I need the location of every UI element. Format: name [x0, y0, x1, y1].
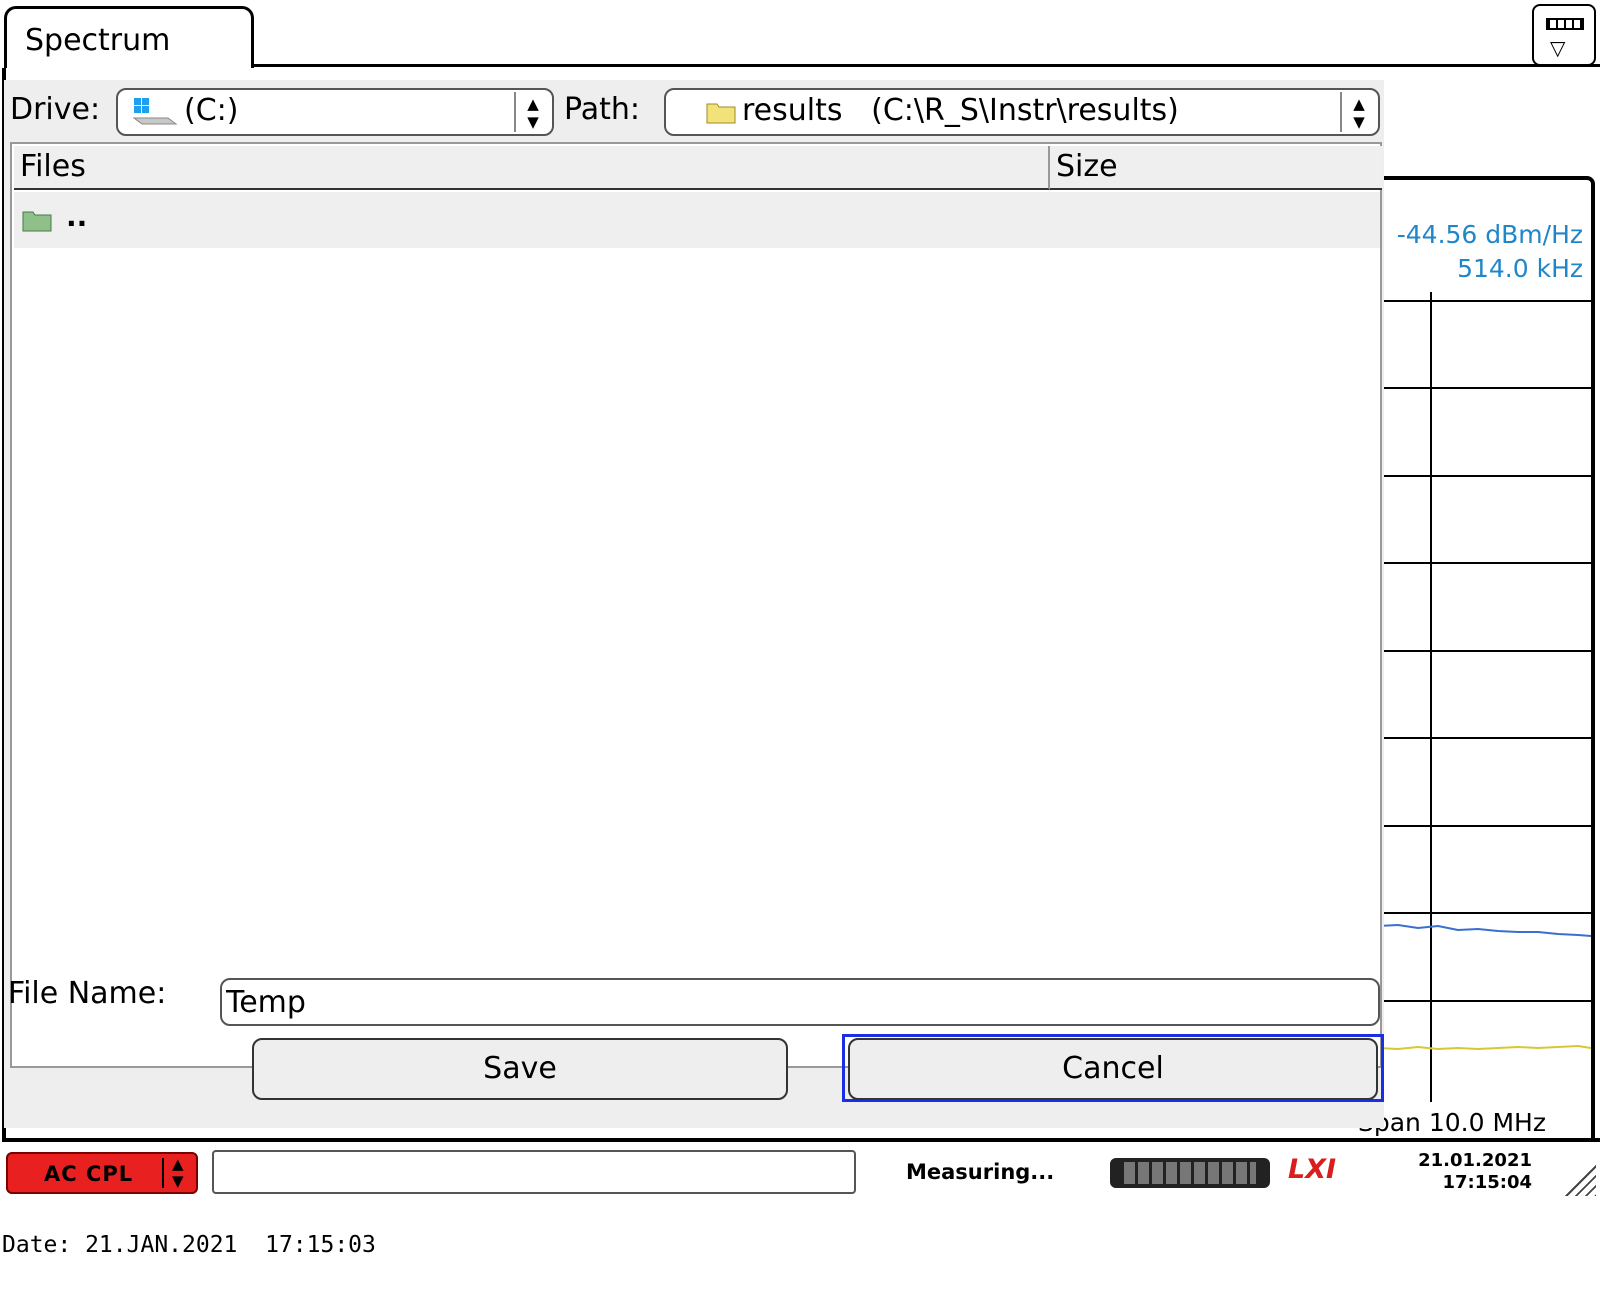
separator	[162, 1158, 164, 1188]
path-label: Path:	[564, 92, 641, 127]
save-button[interactable]: Save	[252, 1038, 788, 1100]
spinner-arrows-icon[interactable]: ▲ ▼	[1340, 92, 1376, 132]
list-item-parent-folder[interactable]: ..	[14, 192, 1380, 248]
drive-value: (C:)	[184, 93, 239, 128]
column-header-label: Files	[20, 149, 86, 184]
input-coupling-button[interactable]: AC CPL ▲ ▼	[6, 1152, 198, 1194]
column-header-files[interactable]: Files	[14, 146, 1050, 190]
path-value: results (C:\R_S\Instr\results)	[742, 93, 1179, 128]
screenshot-date: Date: 21.JAN.2021 17:15:03	[2, 1232, 376, 1258]
folder-icon	[706, 103, 736, 124]
diagram-frame-bottom	[2, 1138, 1600, 1142]
progress-indicator	[1110, 1158, 1270, 1188]
measurement-status: Measuring...	[906, 1160, 1055, 1184]
drive-label: Drive:	[10, 92, 101, 127]
hard-drive-icon	[132, 98, 178, 125]
tab-spectrum[interactable]: Spectrum	[4, 6, 254, 68]
span-label: Span 10.0 MHz	[1358, 1108, 1546, 1137]
tab-divider	[254, 64, 1600, 67]
file-name-input[interactable]	[220, 978, 1380, 1026]
folder-icon	[22, 211, 52, 232]
trace-area	[1378, 923, 1591, 1051]
spinner-arrows-icon: ▲ ▼	[172, 1155, 184, 1190]
lxi-logo: LXI	[1288, 1154, 1337, 1185]
chevron-down-icon: ▽	[1550, 36, 1566, 60]
status-datetime: 21.01.2021 17:15:04	[1400, 1150, 1532, 1194]
input-coupling-label: AC CPL	[44, 1162, 134, 1186]
trace-yellow	[1378, 1044, 1591, 1051]
resize-grip-icon[interactable]	[1562, 1162, 1596, 1196]
save-file-dialog: Drive: (C:) ▲ ▼ Path: results (C:\R_S\Ins…	[4, 80, 1384, 1128]
file-list[interactable]: Files Size ..	[10, 142, 1382, 1068]
column-header-label: Size	[1056, 149, 1118, 184]
path-select[interactable]: results (C:\R_S\Instr\results) ▲ ▼	[664, 88, 1380, 136]
list-item-name: ..	[66, 200, 88, 233]
tab-label: Spectrum	[25, 23, 171, 58]
trace-blue	[1378, 923, 1591, 937]
column-header-size[interactable]: Size	[1050, 146, 1382, 190]
display-layout-button[interactable]: ▽	[1532, 4, 1596, 66]
spectrum-diagram: -44.56 dBm/Hz 514.0 kHz	[1378, 176, 1595, 1142]
file-name-label: File Name:	[8, 976, 167, 1011]
spinner-arrows-icon[interactable]: ▲ ▼	[514, 92, 550, 132]
layout-icon	[1546, 18, 1584, 30]
status-time: 17:15:04	[1442, 1172, 1532, 1193]
cancel-button[interactable]: Cancel	[848, 1038, 1378, 1100]
status-date: 21.01.2021	[1418, 1150, 1532, 1171]
status-message-field	[212, 1150, 856, 1194]
drive-select[interactable]: (C:) ▲ ▼	[116, 88, 554, 136]
